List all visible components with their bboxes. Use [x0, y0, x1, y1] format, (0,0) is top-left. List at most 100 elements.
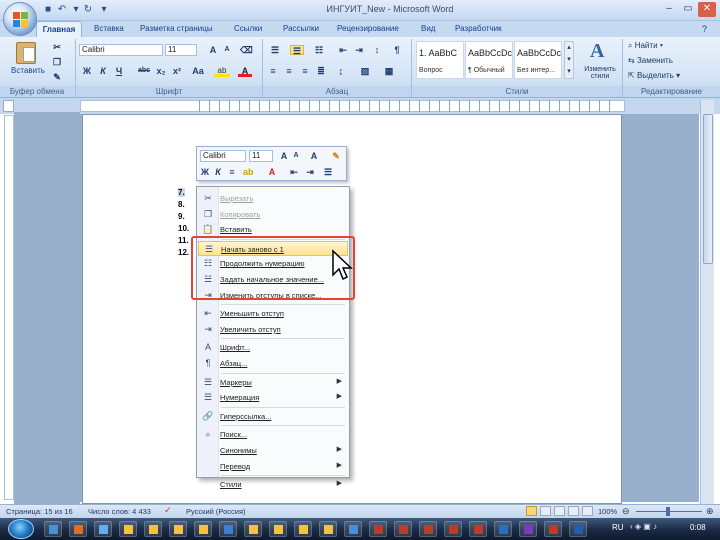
decrease-indent-icon[interactable]: ⇤	[338, 45, 348, 55]
zoom-out-icon[interactable]: ⊖	[622, 506, 630, 517]
bold-icon[interactable]: Ж	[82, 66, 92, 76]
taskbar-app-button[interactable]	[294, 521, 312, 537]
taskbar-app-button[interactable]	[394, 521, 412, 537]
taskbar-app-button[interactable]	[69, 521, 87, 537]
zoom-level[interactable]: 100%	[598, 507, 617, 516]
taskbar-app-button[interactable]	[119, 521, 137, 537]
italic-icon[interactable]: К	[98, 66, 108, 76]
context-menu-item[interactable]: Стили ▶	[198, 477, 348, 492]
font-color-icon[interactable]: A	[238, 66, 252, 77]
taskbar-app-button[interactable]	[544, 521, 562, 537]
paste-button[interactable]: Вставить	[8, 40, 46, 84]
taskbar-app-button[interactable]	[269, 521, 287, 537]
font-size-combo[interactable]: 11	[165, 44, 197, 56]
list-number[interactable]: 10.	[178, 224, 189, 233]
word-count[interactable]: Число слов: 4 433	[88, 507, 151, 516]
align-left-icon[interactable]: ≡	[268, 66, 278, 76]
context-menu-item[interactable]: ☰ Нумерация ▶	[198, 390, 348, 405]
maximize-button[interactable]: ▭	[679, 2, 697, 17]
help-icon[interactable]: ?	[700, 21, 709, 37]
taskbar-app-button[interactable]	[344, 521, 362, 537]
style-no-spacing[interactable]: AaBbCcDc Без интер...	[514, 41, 562, 79]
subscript-icon[interactable]: x₂	[156, 66, 166, 76]
taskbar-app-button[interactable]	[519, 521, 537, 537]
context-menu-item[interactable]: Синонимы ▶	[198, 443, 348, 458]
quick-access-customize-icon[interactable]: ▾	[98, 4, 110, 16]
vertical-ruler[interactable]	[4, 115, 14, 500]
format-painter-icon[interactable]: ✎	[52, 72, 62, 82]
shrink-font-icon[interactable]: A	[291, 151, 301, 161]
page-count[interactable]: Страница: 15 из 16	[6, 507, 73, 516]
italic-icon[interactable]: К	[213, 167, 223, 177]
scrollbar-thumb[interactable]	[703, 114, 713, 264]
show-marks-icon[interactable]: ¶	[392, 45, 402, 55]
clock[interactable]: 0:08	[690, 523, 706, 532]
document-page[interactable]	[82, 114, 622, 504]
context-menu-item[interactable]: 🔗 Гиперссылка...	[198, 409, 348, 424]
multilevel-list-icon[interactable]: ☷	[312, 45, 326, 55]
taskbar-app-button[interactable]	[494, 521, 512, 537]
font-color-icon[interactable]: A	[267, 167, 277, 177]
office-button[interactable]	[3, 2, 37, 36]
increase-indent-icon[interactable]: ⇥	[305, 167, 315, 177]
zoom-in-icon[interactable]: ⊕	[706, 506, 714, 517]
format-painter-icon[interactable]: ✎	[331, 151, 341, 161]
tab-mailings[interactable]: Рассылки	[281, 21, 321, 37]
mini-font-combo[interactable]: Calibri	[200, 150, 246, 162]
align-right-icon[interactable]: ≡	[300, 66, 310, 76]
web-layout-icon[interactable]	[554, 506, 565, 516]
context-menu-item[interactable]: A Шрифт...	[198, 340, 348, 355]
highlight-color-icon[interactable]: ab	[214, 66, 230, 77]
change-case-icon[interactable]: Aa	[190, 66, 206, 76]
undo-icon[interactable]: ↶	[56, 4, 68, 16]
cut-icon[interactable]: ✂	[52, 42, 62, 52]
taskbar-app-button[interactable]	[569, 521, 587, 537]
underline-icon[interactable]: Ч	[114, 66, 124, 76]
taskbar-app-button[interactable]	[94, 521, 112, 537]
full-screen-icon[interactable]	[540, 506, 551, 516]
context-menu-item[interactable]: ☰ Маркеры ▶	[198, 375, 348, 390]
line-spacing-icon[interactable]: ↨	[336, 66, 346, 76]
context-menu-item[interactable]: ¶ Абзац...	[198, 356, 348, 371]
context-menu-item[interactable]: ⇥ Увеличить отступ	[198, 322, 348, 337]
context-menu-item[interactable]: Перевод ▶	[198, 459, 348, 474]
decrease-indent-icon[interactable]: ⇤	[289, 167, 299, 177]
shrink-font-icon[interactable]: A	[222, 45, 232, 55]
grow-font-icon[interactable]: A	[208, 45, 218, 55]
print-layout-icon[interactable]	[526, 506, 537, 516]
context-menu-item[interactable]: ⇤ Уменьшить отступ	[198, 306, 348, 321]
taskbar-app-button[interactable]	[194, 521, 212, 537]
superscript-icon[interactable]: x²	[172, 66, 182, 76]
tab-view[interactable]: Вид	[419, 21, 437, 37]
proofing-icon[interactable]: ✓	[164, 505, 172, 516]
list-number[interactable]: 9.	[178, 212, 185, 221]
copy-icon[interactable]: ❐	[52, 57, 62, 67]
taskbar-app-button[interactable]	[219, 521, 237, 537]
find-button[interactable]: ⌕ Найти ▾	[628, 41, 718, 53]
close-button[interactable]: ✕	[698, 2, 716, 17]
bullets-icon[interactable]: ☰	[323, 167, 333, 177]
undo-dropdown-icon[interactable]: ▾	[70, 4, 82, 16]
start-button[interactable]	[8, 519, 34, 539]
justify-icon[interactable]: ≣	[316, 66, 326, 76]
tab-selector-icon[interactable]	[3, 100, 14, 112]
tab-developer[interactable]: Разработчик	[453, 21, 504, 37]
taskbar-app-button[interactable]	[169, 521, 187, 537]
tray-language[interactable]: RU	[612, 523, 624, 532]
taskbar-app-button[interactable]	[444, 521, 462, 537]
taskbar-app-button[interactable]	[244, 521, 262, 537]
tab-insert[interactable]: Вставка	[92, 21, 126, 37]
list-number[interactable]: 12.	[178, 248, 189, 257]
tray-icons[interactable]: ‹ ◈ ▣ ♪	[630, 522, 657, 531]
zoom-slider-thumb[interactable]	[666, 507, 670, 516]
tab-page-layout[interactable]: Разметка страницы	[138, 21, 215, 37]
vertical-scrollbar[interactable]	[700, 100, 714, 504]
list-number[interactable]: 11.	[178, 236, 189, 245]
tab-references[interactable]: Ссылки	[232, 21, 264, 37]
align-center-icon[interactable]: ≡	[284, 66, 294, 76]
taskbar-app-button[interactable]	[369, 521, 387, 537]
outline-icon[interactable]	[568, 506, 579, 516]
shading-icon[interactable]: ▨	[360, 66, 370, 76]
clear-formatting-icon[interactable]: ⌫	[240, 45, 253, 55]
sort-icon[interactable]: ↕	[372, 45, 382, 55]
